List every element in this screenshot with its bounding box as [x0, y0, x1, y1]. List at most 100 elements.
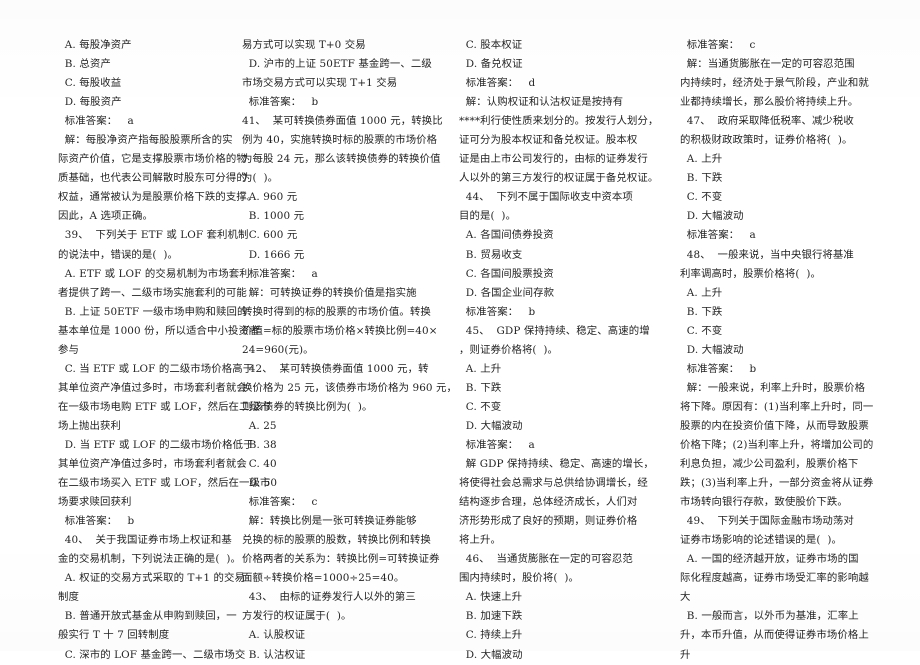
text-line: 证券市场影响的论述错误的是( )。: [680, 534, 842, 547]
text-line: 质基础，也代表公司解散时股东可分得的: [58, 172, 247, 185]
text-line: 换价格为 25 元，该债券市场价格为 960 元，: [242, 381, 458, 394]
text-line: 升，本币升值，从而使得证券市场价格上: [680, 629, 869, 642]
text-line: 49、 下列关于国际金融市场动荡对: [680, 515, 854, 528]
text-line: 解：每股净资产指每股股票所含的实: [58, 134, 233, 147]
text-line: 利率调高时，股票价格将( )。: [680, 267, 821, 280]
text-line: D. 备兑权证: [459, 58, 523, 71]
text-line: 将使得社会总需求与总供给协调增长，经: [459, 477, 648, 490]
text-line: 参与: [58, 343, 79, 356]
text-line: C. 不变: [680, 324, 723, 337]
text-line: A. 上升: [459, 362, 502, 375]
text-line: 金的交易机制，下列说法正确的是( )。: [58, 553, 241, 566]
text-line: 解：当通货膨胀在一定的可容忍范围: [680, 58, 855, 71]
text-line: C. 股本权证: [459, 39, 523, 51]
text-line: 47、 政府采取降低税率、减少税收: [680, 115, 854, 128]
text-line: D. 大幅波动: [459, 419, 523, 432]
text-line: 证可分为股本权证和备兑权证。股本权: [459, 134, 638, 147]
text-line: 标准答案： d: [459, 77, 536, 90]
text-line: 际化程度越高，证券市场受汇率的影响越: [680, 572, 869, 585]
text-line: A. 每股净资产: [58, 39, 132, 51]
text-line: B. 贸易收支: [459, 248, 523, 261]
text-line: 其单位资产净值过多时，市场套利者就会: [58, 458, 247, 471]
text-line: 面额÷转换价格=1000÷25=40。: [242, 572, 405, 585]
text-line: 将下降。原因有：(1)当利率上升时，同一: [680, 400, 874, 413]
text-line: 方发行的权证属于( )。: [242, 610, 352, 623]
text-line: C. 40: [242, 458, 277, 471]
text-line: 证是由上市公司发行的，由标的证券发行: [459, 153, 648, 166]
text-line: 为每股 24 元，那么该转换债券的转换价值: [242, 153, 441, 166]
text-line: 在一级市场电购 ETF 或 LOF，然后在二级市: [58, 400, 271, 413]
text-line: B. 1000 元: [242, 210, 305, 223]
text-line: 24=960(元)。: [242, 343, 314, 356]
text-line: 场要求赎回获利: [58, 496, 132, 509]
text-column-4: 标准答案： c 解：当通货膨胀在一定的可容忍范围内持续时，经济处于景气阶段，产业…: [652, 0, 920, 665]
text-line: 内持续时，经济处于景气阶段，产业和就: [680, 77, 869, 90]
text-line: D. 1666 元: [242, 248, 305, 261]
text-line: 的积极财政政策时，证券价格将( )。: [680, 134, 853, 147]
text-line: A. 一国的经济越开放，证券市场的国: [680, 553, 859, 566]
text-line: 48、 一般来说，当中央银行将基准: [680, 248, 854, 261]
text-line: 基本单位是 1000 份，所以适合中小投资者: [58, 324, 260, 337]
text-line: 转换时得到的标的股票的市场价值。转换: [242, 305, 431, 318]
text-line: B. 上证 50ETF 一级市场申购和赎回的: [58, 305, 248, 318]
text-line: A. 上升: [680, 153, 723, 166]
text-line: 标准答案： b: [459, 305, 536, 318]
text-line: 标准答案： a: [680, 229, 756, 242]
text-line: D. 50: [242, 477, 278, 490]
text-line: B. 认沽权证: [242, 648, 306, 661]
text-column-2: 易方式可以实现 T+0 交易 D. 沪市的上证 50ETF 基金跨一、二级 市场交…: [227, 0, 458, 665]
text-line: A. 快速上升: [459, 591, 523, 604]
text-line: 人以外的第三方发行的权证属于备兑权证。: [459, 172, 659, 185]
text-line: A. 960 元: [242, 191, 298, 204]
text-line: C. 600 元: [242, 229, 298, 242]
text-line: 价格两者的关系为：转换比例=可转换证券: [242, 553, 440, 566]
text-line: B. 下跌: [459, 381, 502, 394]
text-line: 46、 当通货膨胀在一定的可容忍范: [459, 553, 633, 566]
text-line: 因此，A 选项正确。: [58, 210, 153, 223]
text-line: 为( )。: [242, 172, 279, 185]
text-line: 例为 40，实施转换时标的股票的市场价格: [242, 134, 438, 147]
text-line: ，则证券价格将( )。: [459, 343, 559, 356]
text-line: 标准答案： b: [680, 362, 757, 375]
text-line: 标准答案： a: [242, 267, 318, 280]
text-line: 标准答案： c: [680, 39, 756, 51]
text-line: D. 大幅波动: [680, 343, 744, 356]
text-line: 市场转向银行存款，致使股价下跌。: [680, 496, 848, 509]
text-line: ****利行使性质来划分的。按发行人划分，: [459, 115, 659, 128]
text-line: C. 不变: [680, 191, 723, 204]
text-line: 45、 GDP 保持持续、稳定、高速的增: [459, 324, 650, 337]
text-line: 际资产价值，它是支撑股票市场价格的物: [58, 153, 247, 166]
text-line: 40、 关于我国证券市场上权证和基: [58, 534, 232, 547]
text-line: 场上抛出获利: [58, 419, 121, 432]
text-line: A. 认股权证: [242, 629, 306, 642]
text-line: A. 上升: [680, 286, 723, 299]
document-page: A. 每股净资产 B. 总资产 C. 每股收益 D. 每股资产 标准答案： a …: [0, 0, 920, 661]
text-line: 结构逐步合理，总体经济成长，人们对: [459, 496, 638, 509]
text-line: 标准答案： a: [459, 438, 535, 451]
text-line: D. 每股资产: [58, 96, 122, 109]
text-line: 则该债券的转换比例为( )。: [242, 400, 373, 413]
text-line: C. 每股收益: [58, 77, 122, 90]
text-line: C. 各国间股票投资: [459, 267, 554, 280]
text-line: 般实行 T 十 7 回转制度: [58, 629, 170, 642]
text-line: 权益，通常被认为是股票价格下跌的支撑。: [58, 191, 258, 204]
text-line: B. 下跌: [680, 305, 723, 318]
text-line: 解 GDP 保持持续、稳定、高速的增长，: [459, 458, 654, 471]
text-line: A. 权证的交易方式采取的 T+1 的交易: [58, 572, 245, 585]
text-line: B. 总资产: [58, 58, 111, 71]
text-line: B. 38: [242, 438, 277, 451]
text-line: 利息负担，减少公司盈利，股票价格下: [680, 458, 859, 471]
text-line: C. 当 ETF 或 LOF 的二级市场价格高于: [58, 362, 254, 375]
text-line: 标准答案： a: [58, 115, 134, 128]
text-line: 价格下降；(2)当利率上升，将增加公司的: [680, 438, 874, 451]
text-line: 标准答案： b: [58, 515, 135, 528]
text-line: B. 一般而言，以外币为基准，汇率上: [680, 610, 859, 623]
text-column-3: C. 股本权证 D. 备兑权证 标准答案： d 解：认购权证和认沽权证是按持有 *…: [449, 0, 659, 665]
text-line: 解：一般来说，利率上升时，股票价格: [680, 381, 866, 394]
text-line: D. 各国企业间存款: [459, 286, 555, 299]
text-line: 标准答案： c: [242, 496, 318, 509]
text-line: A. 各国间债券投资: [459, 229, 554, 242]
text-line: 的说法中，错误的是( )。: [58, 248, 179, 261]
text-line: 42、 某可转换债券面值 1000 元，转: [242, 362, 429, 375]
text-line: 解：可转换证券的转换价值是指实施: [242, 286, 417, 299]
